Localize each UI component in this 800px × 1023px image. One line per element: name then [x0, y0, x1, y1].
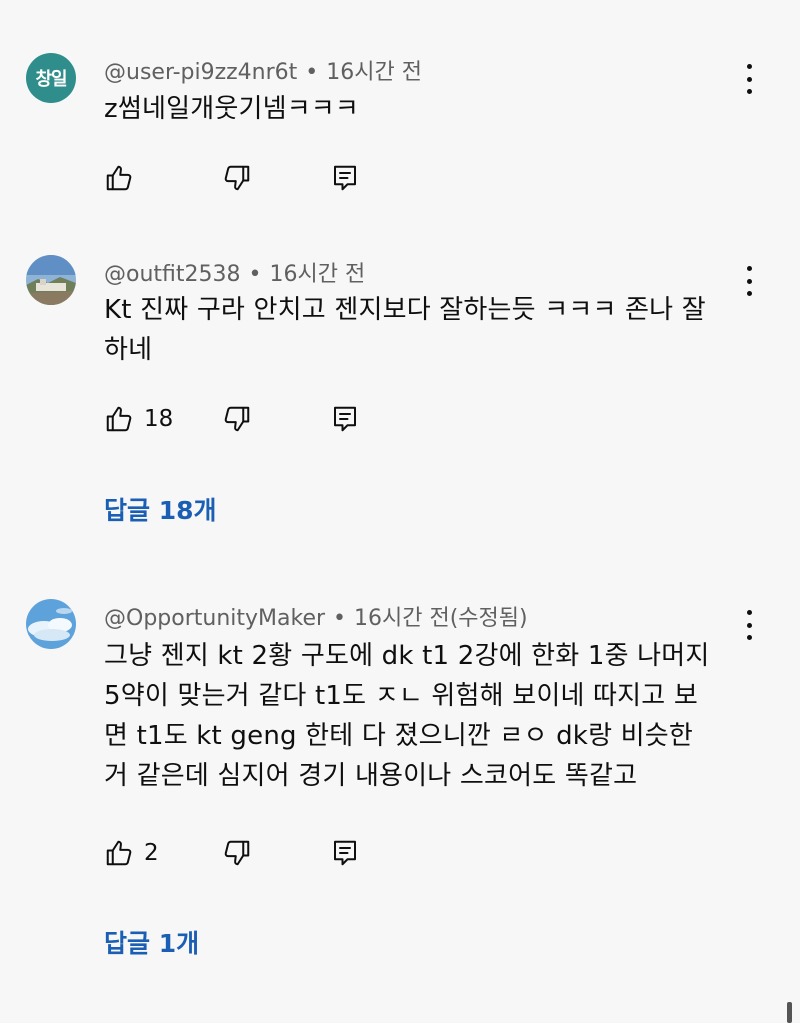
comment-text-line: 5약이 맞는거 같다 t1도 ㅈㄴ 위험해 보이네 따지고 보 — [104, 681, 698, 711]
comment-text: z썸네일개웃기넴ㅋㅋㅋ — [104, 89, 740, 129]
landscape-photo-avatar — [26, 255, 76, 305]
comment-meta: @outfit2538 • 16시간 전 — [104, 256, 365, 288]
like-button[interactable] — [104, 162, 144, 194]
reply-button[interactable] — [330, 837, 360, 869]
view-replies-link[interactable]: 답글 18개 — [104, 491, 217, 527]
author-name[interactable]: @OpportunityMaker — [104, 606, 325, 631]
thumbs-up-icon — [106, 840, 132, 866]
thumbs-down-icon — [224, 840, 250, 866]
sky-photo-avatar — [26, 599, 76, 649]
comment-text-line: 면 t1도 kt geng 한테 다 졌으니깐 ㄹㅇ dk랑 비슷한 — [104, 721, 694, 751]
more-vertical-icon[interactable] — [740, 64, 758, 94]
avatar[interactable]: 창일 — [26, 53, 76, 103]
author-name[interactable]: @user-pi9zz4nr6t — [104, 60, 297, 85]
more-vertical-icon[interactable] — [740, 266, 758, 296]
comment-actions: 18 — [104, 403, 404, 435]
comment-text-line: z썸네일개웃기넴ㅋㅋㅋ — [104, 94, 360, 124]
comment-text-line: 하네 — [104, 335, 153, 365]
thumbs-down-icon — [224, 406, 250, 432]
thumbs-up-icon — [106, 406, 132, 432]
reply-comment-icon — [334, 406, 356, 432]
more-vertical-icon[interactable] — [740, 610, 758, 640]
comment-meta: @OpportunityMaker • 16시간 전(수정됨) — [104, 600, 528, 632]
like-count: 18 — [144, 406, 174, 432]
separator-dot: • — [248, 262, 262, 287]
comment-actions: 2 — [104, 837, 404, 869]
avatar-initials: 창일 — [35, 69, 67, 90]
reply-comment-icon — [334, 165, 356, 191]
like-button[interactable]: 2 — [104, 837, 159, 869]
timestamp: 16시간 전 — [326, 60, 422, 85]
dislike-button[interactable] — [222, 162, 252, 194]
like-button[interactable]: 18 — [104, 403, 173, 435]
comment-text: 그냥 젠지 kt 2황 구도에 dk t1 2강에 한화 1중 나머지 5약이 … — [104, 636, 740, 796]
comment-text-line: 거 같은데 심지어 경기 내용이나 스코어도 똑같고 — [104, 761, 638, 791]
comment-text-line: 그냥 젠지 kt 2황 구도에 dk t1 2강에 한화 1중 나머지 — [104, 641, 710, 671]
comment-meta: @user-pi9zz4nr6t • 16시간 전 — [104, 54, 422, 86]
comment-text-line: Kt 진짜 구라 안치고 젠지보다 잘하는듯 ㅋㅋㅋ 존나 잘 — [104, 295, 706, 325]
view-replies-link[interactable]: 답글 1개 — [104, 924, 199, 960]
timestamp: 16시간 전 — [269, 262, 366, 287]
comment-actions — [104, 162, 404, 194]
dislike-button[interactable] — [222, 403, 252, 435]
author-name[interactable]: @outfit2538 — [104, 262, 241, 287]
reply-button[interactable] — [330, 162, 360, 194]
thumbs-down-icon — [224, 165, 250, 191]
avatar[interactable] — [26, 255, 76, 305]
avatar[interactable] — [26, 599, 76, 649]
reply-comment-icon — [334, 840, 356, 866]
like-count: 2 — [144, 840, 159, 866]
thumbs-up-icon — [106, 165, 132, 191]
dislike-button[interactable] — [222, 837, 252, 869]
separator-dot: • — [305, 60, 319, 85]
comment-text: Kt 진짜 구라 안치고 젠지보다 잘하는듯 ㅋㅋㅋ 존나 잘 하네 — [104, 290, 740, 370]
timestamp: 16시간 전(수정됨) — [354, 606, 528, 631]
reply-button[interactable] — [330, 403, 360, 435]
separator-dot: • — [333, 606, 347, 631]
scrollbar[interactable] — [787, 1002, 792, 1023]
